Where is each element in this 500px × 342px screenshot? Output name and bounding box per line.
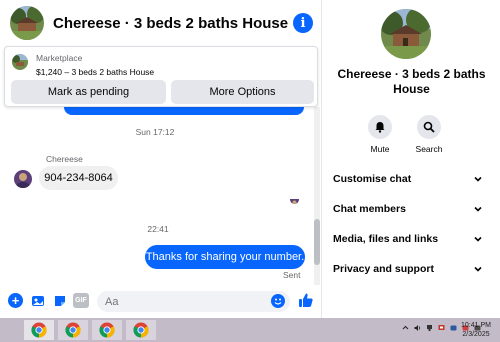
- menu-item-label: Media, files and links: [333, 233, 439, 245]
- photo-icon[interactable]: [30, 293, 45, 308]
- media-files-links-item[interactable]: Media, files and links: [333, 228, 483, 250]
- sticker-icon[interactable]: [52, 293, 67, 308]
- message-scrollbar[interactable]: [314, 107, 320, 285]
- taskbar-clock[interactable]: 10:41 PM 2/3/2025: [461, 321, 491, 339]
- chrome-icon: [65, 322, 81, 338]
- chevron-up-icon[interactable]: [402, 324, 409, 332]
- chrome-taskbar-button[interactable]: [92, 320, 122, 340]
- composer: + GIF: [0, 287, 322, 318]
- menu-item-label: Customise chat: [333, 173, 412, 185]
- mute-label: Mute: [370, 144, 390, 154]
- search-button[interactable]: Search: [409, 115, 449, 154]
- privacy-support-item[interactable]: Privacy and support: [333, 258, 483, 280]
- chrome-taskbar-button[interactable]: [126, 320, 156, 340]
- thumbs-up-icon[interactable]: [298, 292, 314, 308]
- clock-time: 10:41 PM: [461, 322, 491, 329]
- marketplace-label: Marketplace: [36, 53, 83, 63]
- conversation-info-panel: Chereese · 3 beds 2 baths House Mute Sea…: [323, 0, 500, 318]
- read-receipt-avatar: [290, 195, 299, 204]
- listing-avatar[interactable]: [10, 6, 44, 40]
- chevron-down-icon: [473, 234, 483, 244]
- timestamp: Sun 17:12: [135, 127, 175, 137]
- marketplace-card: Marketplace $1,240 – 3 beds 2 baths Hous…: [4, 46, 318, 107]
- more-options-button[interactable]: More Options: [171, 80, 314, 104]
- chat-pane: Chereese · 3 beds 2 baths House i Market…: [0, 0, 322, 318]
- message-status: Sent: [283, 270, 301, 280]
- taskbar: 10:41 PM 2/3/2025: [0, 318, 500, 342]
- chrome-icon: [133, 322, 149, 338]
- timestamp: 22:41: [147, 224, 169, 234]
- chat-members-item[interactable]: Chat members: [333, 198, 483, 220]
- listing-thumbnail[interactable]: [12, 54, 28, 70]
- sender-name: Chereese: [46, 154, 83, 164]
- customise-chat-item[interactable]: Customise chat: [333, 168, 483, 190]
- speaker-icon[interactable]: [414, 324, 421, 332]
- notification-icon[interactable]: [438, 324, 445, 332]
- info-icon[interactable]: i: [293, 13, 313, 33]
- search-label: Search: [415, 144, 443, 154]
- incoming-message[interactable]: 904-234-8064: [39, 166, 118, 190]
- message-list[interactable]: Sun 17:12 Chereese 904-234-8064 22:41 Th…: [0, 107, 322, 287]
- listing-photo[interactable]: [381, 9, 431, 59]
- mark-as-pending-button[interactable]: Mark as pending: [11, 80, 166, 104]
- chrome-icon: [99, 322, 115, 338]
- gif-icon[interactable]: GIF: [73, 293, 89, 308]
- chat-header: Chereese · 3 beds 2 baths House i: [0, 0, 322, 46]
- conversation-title: Chereese · 3 beds 2 baths House: [337, 67, 486, 96]
- emoji-icon[interactable]: [271, 294, 285, 308]
- chrome-taskbar-button[interactable]: [58, 320, 88, 340]
- menu-item-label: Privacy and support: [333, 263, 434, 275]
- chevron-down-icon: [473, 174, 483, 184]
- network-icon[interactable]: [426, 324, 433, 332]
- plus-icon[interactable]: +: [8, 293, 23, 308]
- previous-outgoing-bubble: [64, 107, 304, 115]
- message-input[interactable]: [97, 291, 290, 312]
- search-icon: [417, 115, 441, 139]
- chat-title[interactable]: Chereese · 3 beds 2 baths House: [53, 15, 288, 32]
- mute-button[interactable]: Mute: [360, 115, 400, 154]
- chrome-icon: [31, 322, 47, 338]
- clock-date: 2/3/2025: [462, 331, 490, 338]
- chevron-down-icon: [473, 204, 483, 214]
- messenger-window: Chereese · 3 beds 2 baths House i Market…: [0, 0, 500, 318]
- outgoing-message[interactable]: Thanks for sharing your number.: [145, 245, 305, 269]
- sender-avatar[interactable]: [14, 170, 32, 188]
- scrollbar-thumb[interactable]: [314, 219, 320, 265]
- menu-item-label: Chat members: [333, 203, 406, 215]
- chrome-taskbar-button[interactable]: [24, 320, 54, 340]
- app-tray-icon[interactable]: [450, 324, 457, 332]
- chevron-down-icon: [473, 264, 483, 274]
- bell-icon: [368, 115, 392, 139]
- listing-summary[interactable]: $1,240 – 3 beds 2 baths House: [36, 67, 154, 77]
